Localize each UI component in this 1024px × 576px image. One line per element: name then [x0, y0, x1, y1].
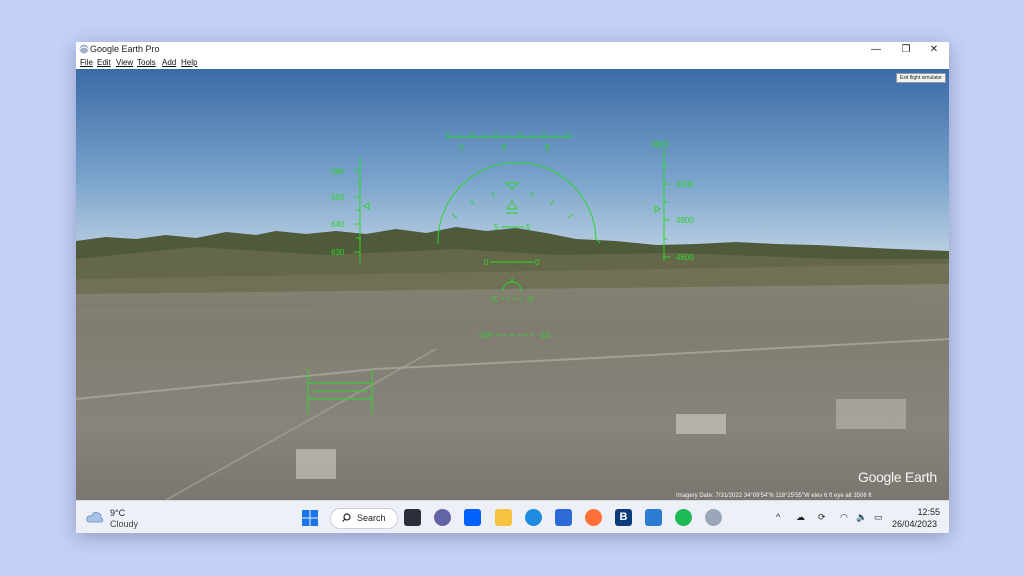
windows-taskbar: 9°C Cloudy Search B ^ ☁ ⟳ ◠ 🔈 ▭ 12:55 26…	[76, 500, 949, 533]
title-bar[interactable]: Google Earth Pro — ❐ ✕	[76, 42, 949, 57]
altitude-label: 4800	[676, 216, 694, 225]
window-title: Google Earth Pro	[90, 44, 160, 54]
altitude-readout: 3820	[651, 140, 669, 149]
task-view-icon[interactable]	[404, 509, 421, 526]
battery-icon[interactable]: ▭	[874, 512, 883, 523]
pitch-label: -5	[526, 295, 534, 304]
pitch-label: -5	[490, 295, 498, 304]
pitch-label: -10	[478, 331, 490, 340]
exit-flight-simulator-button[interactable]: Exit flight simulator	[896, 73, 946, 83]
speed-label: 660	[331, 167, 345, 176]
search-icon	[342, 513, 351, 522]
altitude-label: 4600	[676, 253, 694, 262]
flight-path-marker	[502, 278, 522, 292]
earth-3d-viewport[interactable]: 3 6 E 660 650 640 630 3820 5000 4800 460…	[76, 69, 949, 500]
speed-label: 640	[331, 220, 345, 229]
pitch-label: 0	[535, 258, 540, 267]
google-earth-taskbar-icon[interactable]	[705, 509, 722, 526]
menu-file[interactable]: File	[80, 58, 93, 67]
maximize-button[interactable]: ❐	[891, 42, 921, 57]
sync-icon[interactable]: ⟳	[818, 512, 826, 523]
speed-label: 650	[331, 193, 345, 202]
dropbox-icon[interactable]	[464, 509, 481, 526]
chevron-up-icon[interactable]: ^	[776, 512, 780, 522]
teams-icon[interactable]	[434, 509, 451, 526]
clock-time[interactable]: 12:55	[896, 507, 940, 517]
status-bar: Imagery Date: 7/31/2022 34°09'54"N 118°2…	[676, 493, 872, 499]
minimize-button[interactable]: —	[861, 42, 891, 57]
search-label: Search	[357, 513, 386, 523]
heading-label: 3	[459, 143, 464, 152]
speed-label: 630	[331, 248, 345, 257]
volume-icon[interactable]: 🔈	[856, 512, 867, 523]
weather-temperature[interactable]: 9°C	[110, 508, 125, 518]
google-earth-watermark: Google Earth	[858, 469, 937, 485]
wifi-icon[interactable]: ◠	[840, 512, 848, 523]
weather-condition[interactable]: Cloudy	[110, 519, 138, 529]
firefox-icon[interactable]	[585, 509, 602, 526]
heading-label: 6	[502, 143, 507, 152]
speed-tape: 660 650 640 630	[331, 157, 370, 263]
windows-start-icon[interactable]	[302, 510, 318, 526]
spotify-icon[interactable]	[675, 509, 692, 526]
menu-help[interactable]: Help	[181, 58, 197, 67]
heading-label: E	[545, 143, 550, 152]
menu-add[interactable]: Add	[162, 58, 176, 67]
google-earth-window: Google Earth Pro — ❐ ✕ File Edit View To…	[76, 42, 949, 533]
mail-icon[interactable]	[645, 509, 662, 526]
altitude-label: 5000	[676, 180, 694, 189]
file-explorer-icon[interactable]	[495, 509, 512, 526]
pitch-label: 5	[494, 223, 499, 232]
altitude-tape: 3820 5000 4800 4600	[651, 140, 694, 262]
menu-view[interactable]: View	[116, 58, 133, 67]
cloud-icon[interactable]	[86, 510, 104, 524]
edge-icon[interactable]	[525, 509, 542, 526]
heading-tape: 3 6 E	[446, 132, 572, 152]
google-earth-app-icon	[79, 44, 89, 54]
throttle-indicator	[307, 369, 373, 415]
pitch-label: 0	[484, 258, 489, 267]
menu-tools[interactable]: Tools	[137, 58, 156, 67]
close-button[interactable]: ✕	[919, 42, 949, 57]
clock-date[interactable]: 26/04/2023	[892, 519, 937, 529]
store-icon[interactable]	[555, 509, 572, 526]
pitch-ladder: 5 5 0 0 -5 -5 -10 -10	[478, 223, 550, 340]
onedrive-cloud-icon[interactable]: ☁	[796, 512, 805, 523]
taskbar-search[interactable]: Search	[330, 508, 398, 529]
booking-icon[interactable]: B	[615, 509, 632, 526]
bank-indicator	[437, 162, 601, 245]
flight-hud: 3 6 E 660 650 640 630 3820 5000 4800 460…	[307, 132, 694, 415]
menu-edit[interactable]: Edit	[97, 58, 111, 67]
pitch-label: -10	[538, 331, 550, 340]
pitch-label: 5	[526, 223, 531, 232]
